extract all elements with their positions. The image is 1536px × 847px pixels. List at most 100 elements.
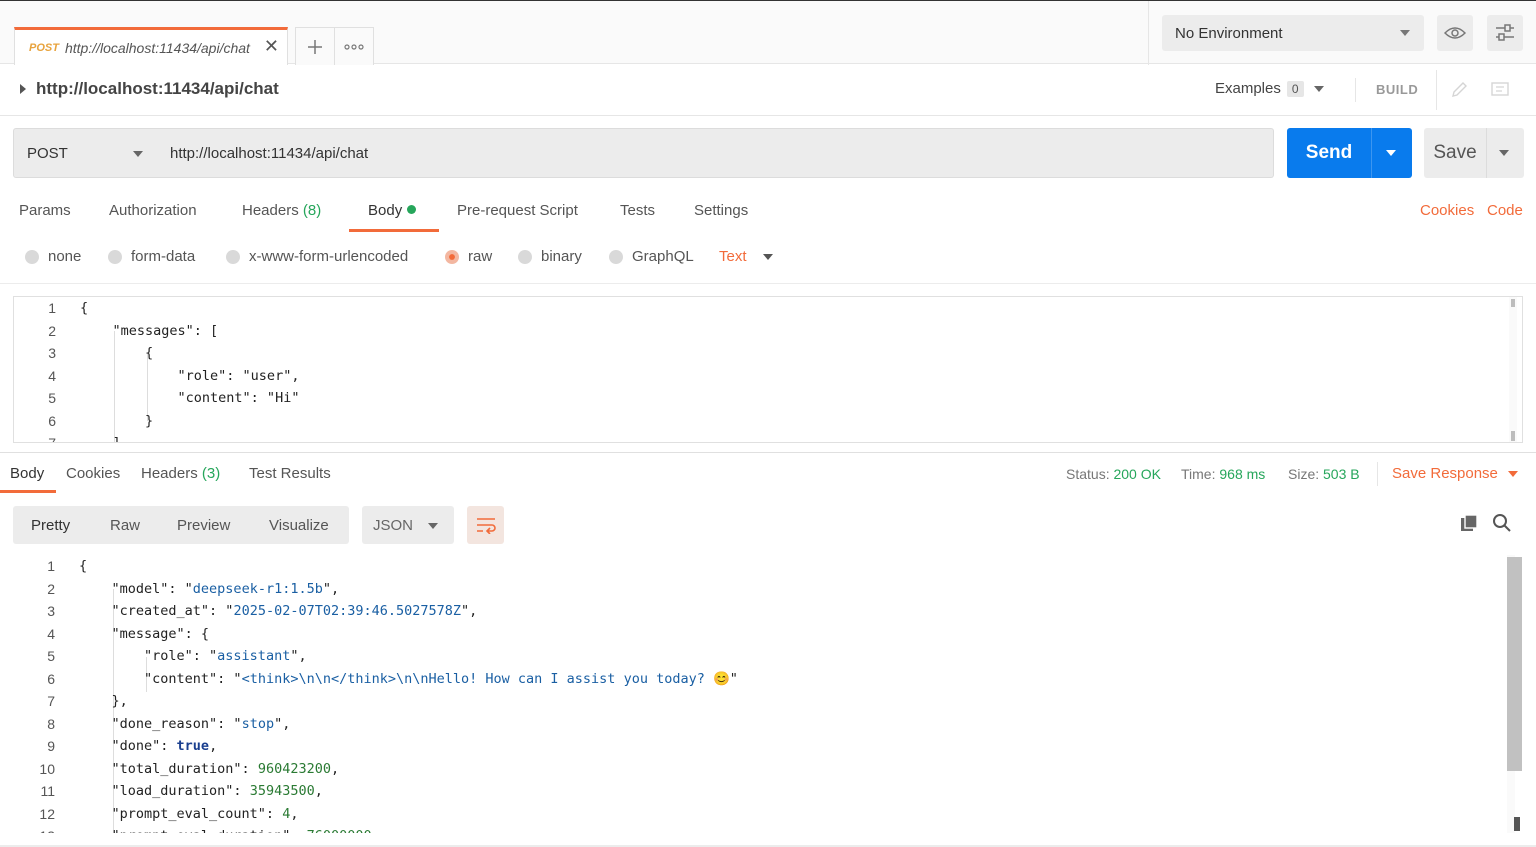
line-number: 7 [48,435,56,443]
radio-circle [108,249,122,264]
radio-none[interactable]: none [25,248,81,265]
code-text: { [80,345,154,361]
environment-label: No Environment [1175,24,1283,42]
search-button[interactable] [1491,512,1513,534]
line-number: 1 [47,558,55,574]
line-number: 10 [39,760,55,777]
examples-dropdown[interactable]: Examples 0 [1215,80,1324,97]
code-text: "role": "user", [80,367,300,384]
response-tab-headers[interactable]: Headers (3) [141,465,220,482]
scrollbar-thumb[interactable] [1514,817,1520,831]
radio-binary[interactable]: binary [518,248,582,265]
new-tab-button[interactable] [295,27,335,65]
chevron-down-icon [428,523,438,529]
size-info: Size: 503 B [1288,466,1360,482]
response-tab-test-results[interactable]: Test Results [249,465,331,482]
close-tab-icon[interactable]: ✕ [264,36,279,57]
scrollbar-thumb[interactable] [1511,431,1515,441]
prompt-eval-duration-value: 76000000 [307,828,372,833]
save-button[interactable]: Save [1424,128,1524,178]
scrollbar[interactable] [1509,297,1517,442]
response-tab-headers-count: (3) [201,465,221,482]
radio-binary-label: binary [541,248,582,265]
response-format-select[interactable]: JSON [362,506,454,544]
save-response-label: Save Response [1392,465,1498,482]
method-select[interactable]: POST [13,128,158,178]
code-text: "created_at": "2025-02-07T02:39:46.50275… [79,603,478,619]
expand-triangle-icon[interactable] [20,84,26,94]
line-number: 6 [47,670,55,687]
chevron-down-icon [1400,30,1410,36]
cookies-link[interactable]: Cookies [1420,202,1474,219]
code-text: "done_reason": "stop", [79,715,291,732]
code-text: "prompt_eval_duration": 76000000, [79,825,380,833]
line-number: 12 [39,805,55,822]
sliders-icon [1496,24,1514,41]
status-info: Status: 200 OK [1066,466,1161,482]
send-button[interactable]: Send [1287,128,1412,178]
chevron-down-icon [1507,470,1518,477]
response-tab-body[interactable]: Body [10,465,44,482]
chevron-down-icon [133,151,143,157]
line-number: 2 [47,580,55,597]
tab-params[interactable]: Params [19,202,71,219]
pane-splitter[interactable] [0,452,1536,453]
radio-form-data[interactable]: form-data [108,248,195,265]
request-tab[interactable]: POST http://localhost:11434/api/chat ✕ [14,27,288,65]
build-mode-label[interactable]: BUILD [1376,82,1418,97]
radio-raw[interactable]: raw [445,248,492,265]
radio-urlencoded-label: x-www-form-urlencoded [249,248,409,265]
request-header: http://localhost:11434/api/chat Examples… [0,64,1536,116]
radio-circle [518,249,532,264]
scrollbar-thumb[interactable] [1511,299,1515,307]
view-tab-preview[interactable]: Preview [177,517,230,534]
line-number: 5 [48,390,56,406]
tab-headers-label: Headers [242,202,299,219]
scrollbar-thumb[interactable] [1507,557,1522,771]
tab-headers[interactable]: Headers (8) [242,202,321,219]
request-body-editor[interactable]: 1 { 2 "messages": [ 3 { 4 "role": "user",… [13,296,1523,443]
wrap-lines-button[interactable] [467,506,504,544]
chevron-down-icon[interactable] [1499,150,1509,156]
chevron-down-icon[interactable] [1386,150,1396,156]
view-tab-raw[interactable]: Raw [110,517,140,534]
tab-headers-count: (8) [302,202,322,219]
view-tab-pretty[interactable]: Pretty [31,517,70,534]
response-body-viewer[interactable]: 1 { 2 "model": "deepseek-r1:1.5b", 3 "cre… [13,555,1523,833]
radio-none-label: none [48,248,82,265]
tab-authorization[interactable]: Authorization [109,202,197,219]
line-number: 13 [13,825,55,833]
tab-pre-request-script[interactable]: Pre-request Script [457,202,578,219]
comment-icon [1491,82,1509,96]
code-link[interactable]: Code [1487,202,1523,219]
tab-body-label: Body [368,202,403,219]
time-value: 968 ms [1219,466,1266,482]
save-response-button[interactable]: Save Response [1392,465,1518,482]
tab-settings[interactable]: Settings [694,202,748,219]
environment-select[interactable]: No Environment [1162,15,1424,51]
copy-button[interactable] [1458,512,1480,534]
edit-button[interactable] [1438,70,1480,110]
tab-body[interactable]: Body [368,202,417,219]
url-input[interactable] [157,128,1274,178]
radio-circle [226,249,240,264]
comments-button[interactable] [1480,70,1520,110]
radio-graphql-label: GraphQL [632,248,694,265]
raw-format-select[interactable]: Text [719,248,773,265]
divider [1486,128,1487,178]
view-tab-visualize[interactable]: Visualize [269,517,329,534]
tab-tests[interactable]: Tests [620,202,655,219]
response-tab-cookies[interactable]: Cookies [66,465,120,482]
more-tabs-button[interactable] [334,27,374,65]
role-value: assistant [217,648,291,664]
manage-environments-button[interactable] [1487,15,1523,51]
divider [1371,128,1372,178]
line-number: 9 [47,738,55,754]
time-info: Time: 968 ms [1181,466,1265,482]
environment-quick-look-button[interactable] [1437,15,1473,51]
copy-icon [1461,514,1478,531]
plus-icon [308,39,322,54]
line-number: 5 [47,648,55,664]
radio-graphql[interactable]: GraphQL [609,248,694,265]
radio-urlencoded[interactable]: x-www-form-urlencoded [226,248,408,265]
